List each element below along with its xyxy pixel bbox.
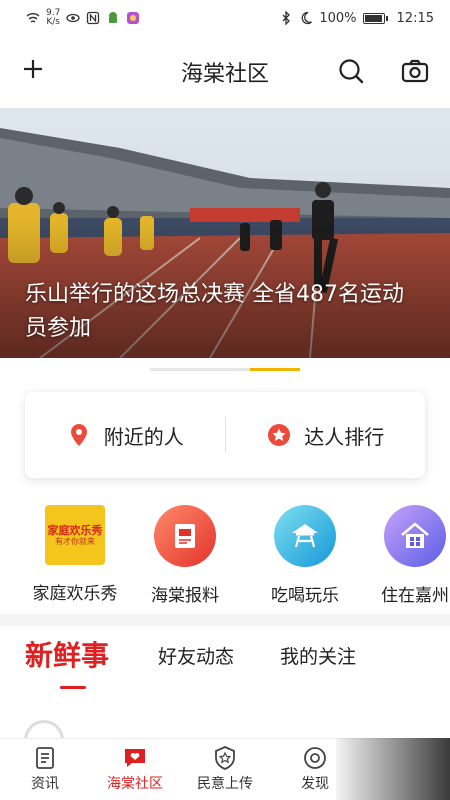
live-in-jiazhou-icon <box>384 505 446 567</box>
nav-news[interactable]: 资讯 <box>0 745 90 793</box>
camera-icon[interactable] <box>400 56 430 86</box>
tab-my-following[interactable]: 我的关注 <box>280 642 356 669</box>
nearby-people-button[interactable]: 附近的人 <box>25 421 225 450</box>
haitang-report-icon <box>154 505 216 567</box>
battery-percent: 100% <box>319 10 357 26</box>
status-right: 100% 12:15 <box>279 11 434 26</box>
pager-dot-active <box>250 368 300 371</box>
nav-public-opinion[interactable]: 民意上传 <box>180 745 270 793</box>
network-speed: 9.7 K/s <box>46 9 60 27</box>
document-icon <box>36 747 54 769</box>
nav-label: 资讯 <box>31 776 59 792</box>
expert-ranking-button[interactable]: 达人排行 <box>226 421 426 450</box>
wifi-icon <box>26 13 40 23</box>
family-show-poster: 家庭欢乐秀 有才你就来 <box>45 505 105 565</box>
feed-tabs: 新鲜事 好友动态 我的关注 <box>0 630 450 700</box>
nav-label: 海棠社区 <box>107 776 163 792</box>
nav-label: 民意上传 <box>197 776 253 792</box>
family-show-poster-title: 家庭欢乐秀 <box>47 523 103 537</box>
compass-icon <box>304 747 326 769</box>
nav-haitang-community[interactable]: 海棠社区 <box>90 745 180 793</box>
family-show-poster-subtitle: 有才你就来 <box>55 536 95 546</box>
category-haitang-report[interactable]: 海棠报料 <box>130 505 240 606</box>
bluetooth-icon <box>282 11 291 25</box>
banner-carousel[interactable]: 乐山举行的这场总决赛 全省487名运动员参加 <box>0 108 450 358</box>
category-row: 家庭欢乐秀 有才你就来 家庭欢乐秀 海棠报料 吃喝玩乐 住在嘉州 <box>0 505 450 610</box>
status-bar: 9.7 K/s 100% 12:15 <box>0 0 450 36</box>
search-icon[interactable] <box>337 57 365 85</box>
nav-label: 发现 <box>301 776 329 792</box>
android-icon <box>109 12 118 23</box>
page-title: 海棠社区 <box>180 62 269 87</box>
add-icon[interactable] <box>18 54 48 84</box>
category-family-show[interactable]: 家庭欢乐秀 有才你就来 家庭欢乐秀 <box>20 505 130 604</box>
star-badge-icon <box>268 424 291 446</box>
tab-fresh-news[interactable]: 新鲜事 <box>25 634 109 674</box>
app-notification-icon <box>127 12 140 24</box>
eye-icon <box>66 13 80 23</box>
bottom-right-overlay <box>336 738 450 800</box>
shield-star-icon <box>215 746 235 770</box>
app-header: 海棠社区 <box>0 36 450 108</box>
pager-dot <box>200 368 250 371</box>
status-left: 9.7 K/s <box>26 9 140 27</box>
tab-friend-activity[interactable]: 好友动态 <box>158 642 234 669</box>
pager-dot <box>150 368 200 371</box>
eat-drink-play-icon <box>274 505 336 567</box>
banner-pager <box>150 368 300 371</box>
chat-heart-icon <box>125 749 145 767</box>
nearby-people-label: 附近的人 <box>103 424 184 449</box>
category-label: 吃喝玩乐 <box>271 586 339 606</box>
network-speed-unit: K/s <box>46 17 60 27</box>
category-label: 海棠报料 <box>151 586 219 606</box>
category-eat-drink-play[interactable]: 吃喝玩乐 <box>250 505 360 606</box>
clock: 12:15 <box>396 10 434 26</box>
category-live-in-jiazhou[interactable]: 住在嘉州 <box>360 505 450 606</box>
nfc-icon <box>87 11 100 25</box>
battery-icon <box>362 12 388 24</box>
banner-caption[interactable]: 乐山举行的这场总决赛 全省487名运动员参加 <box>25 278 425 346</box>
battery-fill <box>364 14 382 22</box>
category-label: 家庭欢乐秀 <box>32 584 118 604</box>
expert-ranking-label: 达人排行 <box>304 424 385 449</box>
nearby-ranking-card: 附近的人 达人排行 <box>25 392 425 478</box>
location-pin-icon <box>70 424 87 446</box>
active-tab-indicator <box>60 686 86 689</box>
category-label: 住在嘉州 <box>381 586 449 606</box>
moon-icon <box>301 11 313 25</box>
section-divider <box>0 614 450 626</box>
